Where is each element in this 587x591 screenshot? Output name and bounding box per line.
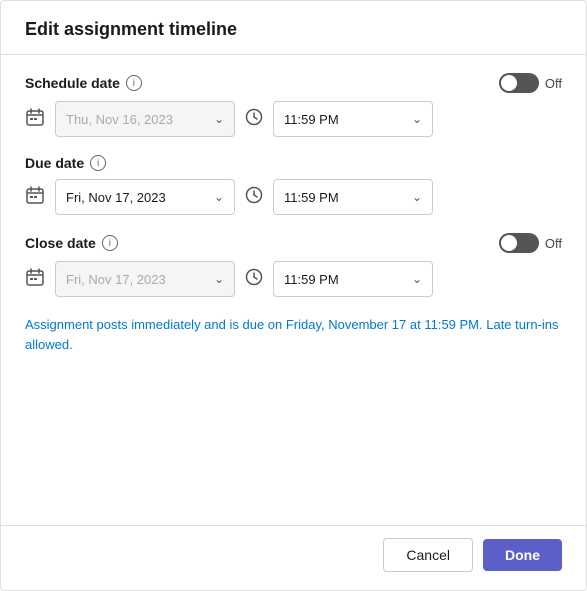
schedule-date-value: Thu, Nov 16, 2023 xyxy=(66,112,208,127)
close-date-value: Fri, Nov 17, 2023 xyxy=(66,272,208,287)
due-date-label-group: Due date i xyxy=(25,155,106,171)
schedule-date-time-picker[interactable]: 11:59 PM ⌄ xyxy=(273,101,433,137)
schedule-date-toggle-label: Off xyxy=(545,76,562,91)
edit-assignment-dialog: Edit assignment timeline Schedule date i… xyxy=(0,0,587,591)
schedule-date-header: Schedule date i Off xyxy=(25,73,562,93)
close-date-time-value: 11:59 PM xyxy=(284,272,406,287)
due-date-picker[interactable]: Fri, Nov 17, 2023 ⌄ xyxy=(55,179,235,215)
due-date-calendar-icon xyxy=(25,185,45,210)
close-date-picker[interactable]: Fri, Nov 17, 2023 ⌄ xyxy=(55,261,235,297)
close-date-toggle[interactable] xyxy=(499,233,539,253)
due-date-info-icon[interactable]: i xyxy=(90,155,106,171)
close-date-time-chevron-icon: ⌄ xyxy=(412,272,422,286)
close-date-clock-icon xyxy=(245,268,263,291)
due-date-label: Due date xyxy=(25,155,84,171)
schedule-date-chevron-icon: ⌄ xyxy=(214,112,224,126)
close-date-label-group: Close date i xyxy=(25,235,118,251)
due-date-time-picker[interactable]: 11:59 PM ⌄ xyxy=(273,179,433,215)
close-date-label: Close date xyxy=(25,235,96,251)
schedule-date-info-icon[interactable]: i xyxy=(126,75,142,91)
schedule-date-field-row: Thu, Nov 16, 2023 ⌄ 11:59 PM ⌄ xyxy=(25,101,562,137)
done-button[interactable]: Done xyxy=(483,539,562,571)
dialog-title: Edit assignment timeline xyxy=(25,19,237,39)
close-date-toggle-group: Off xyxy=(499,233,562,253)
close-date-header: Close date i Off xyxy=(25,233,562,253)
cancel-button[interactable]: Cancel xyxy=(383,538,473,572)
dialog-header: Edit assignment timeline xyxy=(1,1,586,55)
close-date-time-picker[interactable]: 11:59 PM ⌄ xyxy=(273,261,433,297)
close-date-toggle-knob xyxy=(501,235,517,251)
schedule-date-section: Schedule date i Off xyxy=(25,73,562,137)
assignment-info-text: Assignment posts immediately and is due … xyxy=(25,315,562,354)
schedule-date-toggle-group: Off xyxy=(499,73,562,93)
dialog-body: Schedule date i Off xyxy=(1,55,586,525)
schedule-date-time-value: 11:59 PM xyxy=(284,112,406,127)
due-date-header: Due date i xyxy=(25,155,562,171)
schedule-date-toggle[interactable] xyxy=(499,73,539,93)
due-date-time-chevron-icon: ⌄ xyxy=(412,190,422,204)
dialog-footer: Cancel Done xyxy=(1,525,586,590)
due-date-time-value: 11:59 PM xyxy=(284,190,406,205)
schedule-date-label-group: Schedule date i xyxy=(25,75,142,91)
due-date-chevron-icon: ⌄ xyxy=(214,190,224,204)
due-date-value: Fri, Nov 17, 2023 xyxy=(66,190,208,205)
close-date-chevron-icon: ⌄ xyxy=(214,272,224,286)
schedule-date-toggle-knob xyxy=(501,75,517,91)
due-date-clock-icon xyxy=(245,186,263,209)
close-date-section: Close date i Off xyxy=(25,233,562,297)
close-date-field-row: Fri, Nov 17, 2023 ⌄ 11:59 PM ⌄ xyxy=(25,261,562,297)
due-date-field-row: Fri, Nov 17, 2023 ⌄ 11:59 PM ⌄ xyxy=(25,179,562,215)
close-date-calendar-icon xyxy=(25,267,45,292)
schedule-date-picker[interactable]: Thu, Nov 16, 2023 ⌄ xyxy=(55,101,235,137)
schedule-date-clock-icon xyxy=(245,108,263,131)
schedule-date-time-chevron-icon: ⌄ xyxy=(412,112,422,126)
close-date-info-icon[interactable]: i xyxy=(102,235,118,251)
close-date-toggle-label: Off xyxy=(545,236,562,251)
schedule-date-label: Schedule date xyxy=(25,75,120,91)
schedule-date-calendar-icon xyxy=(25,107,45,132)
due-date-section: Due date i Fri, Nov 17, 2023 xyxy=(25,155,562,215)
